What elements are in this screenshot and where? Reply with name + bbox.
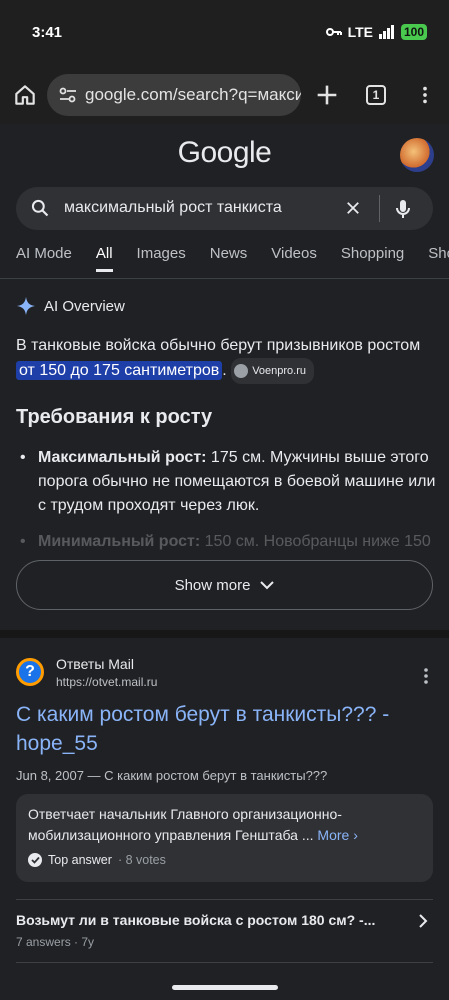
result-site-url[interactable]: https://otvet.mail.ru <box>56 675 157 689</box>
answer-footer: Top answer · 8 votes <box>28 853 166 867</box>
tabs-divider <box>0 278 449 279</box>
home-icon[interactable] <box>12 82 38 108</box>
bullet-label: Минимальный рост: <box>38 533 201 550</box>
related-question-row[interactable]: Возьмут ли в танковые войска с ростом 18… <box>16 912 433 962</box>
address-bar[interactable]: google.com/search?q=макси <box>47 74 301 116</box>
vpn-key-icon <box>325 28 342 36</box>
result-title-link[interactable]: С каким ростом берут в танкисты??? - hop… <box>16 700 426 758</box>
check-circle-icon <box>28 853 42 867</box>
result-site-name[interactable]: Ответы Mail <box>56 656 134 672</box>
chevron-right-icon[interactable] <box>416 913 430 929</box>
close-icon[interactable] <box>344 199 362 217</box>
result-more-icon[interactable] <box>418 666 434 686</box>
result-snippet: Jun 8, 2007 — С каким ростом берут в тан… <box>16 768 328 783</box>
vote-count: · 8 votes <box>117 853 166 867</box>
tab-switcher-button[interactable]: 1 <box>366 85 386 105</box>
browser-toolbar: google.com/search?q=макси 1 <box>0 66 449 124</box>
search-input[interactable]: максимальный рост танкиста <box>64 199 282 217</box>
top-answer-card[interactable]: Ответчает начальник Главного организацио… <box>16 794 433 882</box>
tab-images[interactable]: Images <box>137 245 186 272</box>
battery-indicator: 100 <box>400 24 427 40</box>
ai-overview-heading: Требования к росту <box>16 406 213 428</box>
section-separator <box>0 630 449 638</box>
list-item: Максимальный рост: 175 см. Мужчины выше … <box>16 446 436 518</box>
status-bar: 3:41 LTE 100 <box>0 0 449 66</box>
search-results-page: Google максимальный рост танкиста AI Mod… <box>0 124 449 1000</box>
ai-overview-bullets: Максимальный рост: 175 см. Мужчины выше … <box>16 446 436 554</box>
more-label: More <box>317 827 350 843</box>
tab-news[interactable]: News <box>210 245 248 272</box>
search-tabs: AI Mode All Images News Videos Shopping … <box>16 245 449 272</box>
new-tab-icon[interactable] <box>313 81 341 109</box>
search-icon <box>31 199 49 217</box>
bullet-label: Максимальный рост: <box>38 449 207 466</box>
ai-overview-header: AI Overview <box>16 296 125 316</box>
source-chip[interactable]: Voenpro.ru <box>231 358 315 384</box>
tab-videos[interactable]: Videos <box>271 245 317 272</box>
site-favicon-icon: ? <box>16 658 44 686</box>
search-box[interactable]: максимальный рост танкиста <box>16 187 433 230</box>
answer-excerpt: Ответчает начальник Главного организацио… <box>28 804 423 846</box>
status-icons: LTE 100 <box>325 24 427 40</box>
source-chip-label: Voenpro.ru <box>252 365 307 377</box>
battery-level: 100 <box>403 25 424 39</box>
gesture-bar[interactable] <box>172 985 278 990</box>
ai-summary-highlight: от 150 до 175 сантиметров <box>16 361 223 381</box>
ai-overview-summary: В танковые войска обычно берут призывник… <box>16 334 436 384</box>
google-logo[interactable]: Google <box>0 136 449 170</box>
site-settings-icon[interactable] <box>57 86 79 104</box>
network-type: LTE <box>347 24 373 40</box>
chevron-down-icon <box>260 581 275 590</box>
ai-summary-end: . <box>222 362 227 380</box>
related-question-text[interactable]: Возьмут ли в танковые войска с ростом 18… <box>16 912 375 928</box>
more-vert-icon[interactable] <box>414 83 436 107</box>
tab-all[interactable]: All <box>95 245 113 272</box>
tab-shopping[interactable]: Shopping <box>341 245 404 272</box>
ai-overview-label: AI Overview <box>44 297 125 315</box>
tab-count: 1 <box>372 88 380 102</box>
divider <box>16 962 433 963</box>
status-time: 3:41 <box>32 24 63 41</box>
source-favicon-icon <box>234 364 249 378</box>
top-answer-label: Top answer <box>48 853 112 867</box>
related-question-meta: 7 answers · 7y <box>16 935 95 949</box>
bullet-text: 150 см. Новобранцы ниже 150 <box>200 533 431 550</box>
gemini-sparkle-icon <box>16 296 36 316</box>
more-link[interactable]: More › <box>317 827 357 843</box>
answer-text: Ответчает начальник Главного организацио… <box>28 806 342 843</box>
show-more-button[interactable]: Show more <box>16 560 433 610</box>
tab-shorts[interactable]: Shor <box>428 245 449 272</box>
account-avatar[interactable] <box>400 138 434 172</box>
tab-ai-mode[interactable]: AI Mode <box>16 245 72 272</box>
show-more-label: Show more <box>174 576 251 594</box>
ai-summary-text: В танковые войска обычно берут призывник… <box>16 337 421 354</box>
search-divider <box>379 195 380 222</box>
microphone-icon[interactable] <box>391 197 415 221</box>
list-item: Минимальный рост: 150 см. Новобранцы ниж… <box>16 530 436 554</box>
divider <box>16 899 433 900</box>
signal-icon <box>378 25 394 39</box>
url-text[interactable]: google.com/search?q=макси <box>85 85 301 105</box>
